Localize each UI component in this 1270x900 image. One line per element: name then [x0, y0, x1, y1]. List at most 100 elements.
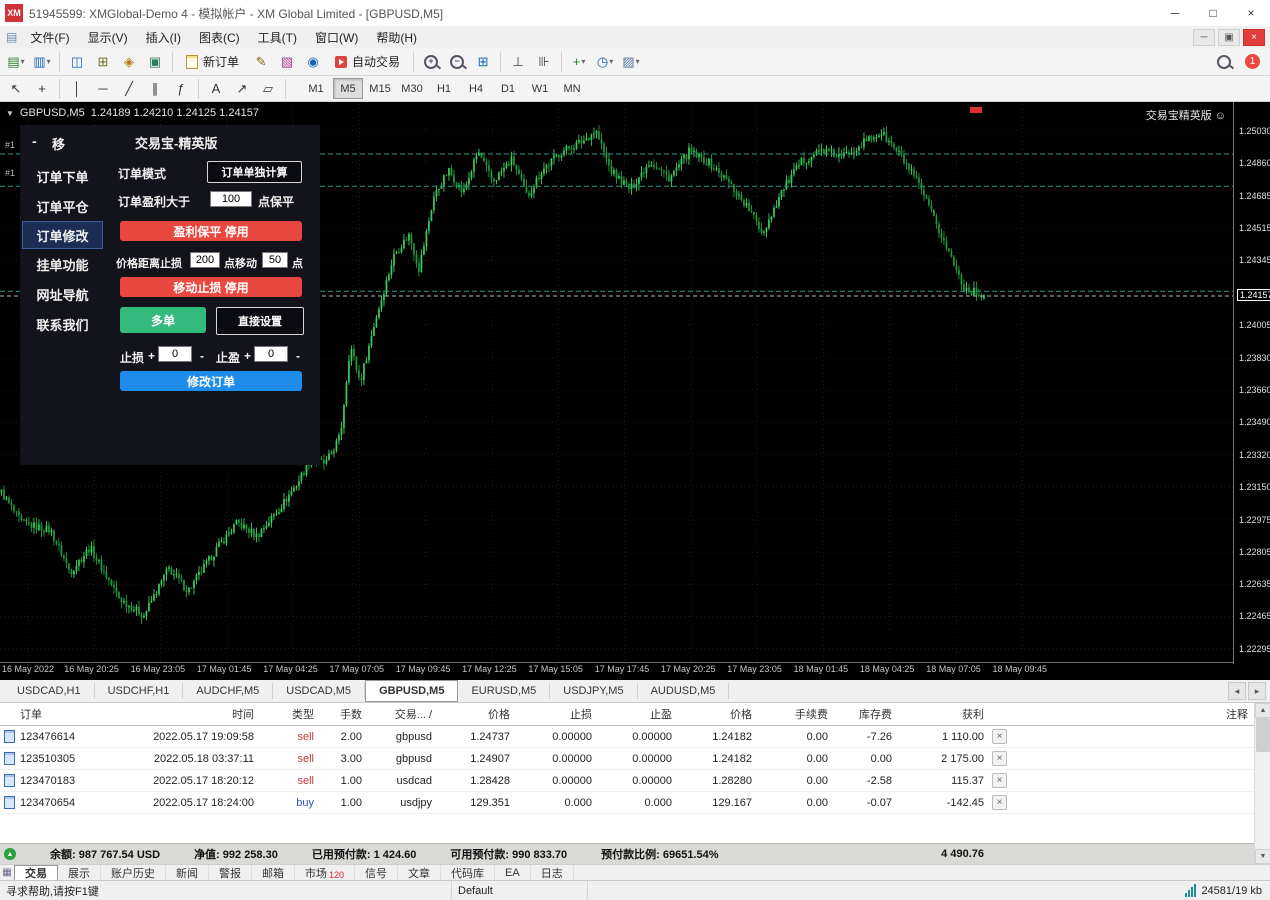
timeframe-m1[interactable]: M1	[301, 78, 331, 99]
vertical-line-icon[interactable]: │	[65, 77, 89, 101]
maximize-button[interactable]: □	[1194, 0, 1232, 26]
candlestick-icon[interactable]: ⊪	[532, 50, 556, 74]
panel-menu-item-4[interactable]: 网址导航	[20, 279, 105, 309]
column-header[interactable]: 手续费	[758, 706, 834, 722]
profiles-icon[interactable]: ▥▾	[30, 50, 54, 74]
chart-tab-usdchf-h1[interactable]: USDCHF,H1	[95, 683, 184, 699]
chart-tab-eurusd-m5[interactable]: EURUSD,M5	[458, 683, 550, 699]
terminal-tab-6[interactable]: 市场120	[295, 865, 355, 880]
take-profit-input[interactable]	[254, 346, 288, 362]
timeframe-h1[interactable]: H1	[429, 78, 459, 99]
panel-collapse-button[interactable]: -	[32, 133, 37, 149]
stop-loss-input[interactable]	[158, 346, 192, 362]
sl-plus-button[interactable]: +	[148, 349, 155, 363]
add-indicator-icon[interactable]: +▾	[567, 50, 591, 74]
close-position-button[interactable]: ×	[992, 751, 1007, 766]
data-window-icon[interactable]: ⊞	[91, 50, 115, 74]
shapes-icon[interactable]: ▱	[256, 77, 280, 101]
timeframe-w1[interactable]: W1	[525, 78, 555, 99]
symbol-dropdown-icon[interactable]: ▼	[6, 109, 14, 118]
navigator-icon[interactable]: ◈	[117, 50, 141, 74]
tp-minus-button[interactable]: -	[296, 349, 300, 363]
market-watch-icon[interactable]: ◫	[65, 50, 89, 74]
order-mode-button[interactable]: 订单单独计算	[207, 161, 302, 183]
scroll-down-icon[interactable]: ▼	[1255, 849, 1270, 864]
breakeven-toggle-button[interactable]: 盈利保平 停用	[120, 221, 302, 241]
column-header[interactable]: 价格	[678, 706, 758, 722]
terminal-tab-1[interactable]: 展示	[58, 865, 101, 880]
terminal-tab-8[interactable]: 文章	[398, 865, 441, 880]
terminal-tab-4[interactable]: 警报	[209, 865, 252, 880]
tile-windows-icon[interactable]: ⊞	[471, 50, 495, 74]
panel-menu-item-0[interactable]: 订单下单	[20, 161, 105, 191]
terminal-icon[interactable]: ▣	[143, 50, 167, 74]
terminal-tab-0[interactable]: 交易	[14, 865, 58, 881]
search-icon[interactable]	[1212, 50, 1236, 74]
terminal-tab-7[interactable]: 信号	[355, 865, 398, 880]
trail-distance-input[interactable]	[190, 252, 220, 268]
time-axis[interactable]: 16 May 202216 May 20:2516 May 23:0517 Ma…	[0, 664, 1234, 678]
menu-item[interactable]: 文件(F)	[21, 29, 78, 46]
menu-item[interactable]: 图表(C)	[190, 29, 249, 46]
direction-long-button[interactable]: 多单	[120, 307, 206, 333]
metaeditor-icon[interactable]: ✎	[249, 50, 273, 74]
strategy-tester-icon[interactable]: ▧	[275, 50, 299, 74]
crosshair-icon[interactable]: +	[30, 77, 54, 101]
minimize-button[interactable]: ─	[1156, 0, 1194, 26]
direct-set-button[interactable]: 直接设置	[216, 307, 304, 335]
trailing-stop-toggle-button[interactable]: 移动止损 停用	[120, 277, 302, 297]
zoom-out-icon[interactable]: −	[445, 50, 469, 74]
price-axis[interactable]: 1.250301.248601.246851.245151.243451.240…	[1237, 104, 1270, 664]
timeframe-m5[interactable]: M5	[333, 78, 363, 99]
new-chart-icon[interactable]: ▤▾	[4, 50, 28, 74]
menu-item[interactable]: 窗口(W)	[306, 29, 367, 46]
profile-selector[interactable]: Default	[452, 881, 588, 900]
column-header[interactable]: 时间	[110, 706, 260, 722]
timeframe-h4[interactable]: H4	[461, 78, 491, 99]
trail-step-input[interactable]	[262, 252, 288, 268]
modify-order-button[interactable]: 修改订单	[120, 371, 302, 391]
sl-minus-button[interactable]: -	[200, 349, 204, 363]
template-icon[interactable]: ▨▾	[619, 50, 643, 74]
close-position-button[interactable]: ×	[992, 795, 1007, 810]
panel-menu-item-5[interactable]: 联系我们	[20, 309, 105, 339]
timeframe-m30[interactable]: M30	[397, 78, 427, 99]
zoom-in-icon[interactable]: +	[419, 50, 443, 74]
panel-move-handle[interactable]: 移	[52, 134, 65, 153]
tabs-scroll-right-icon[interactable]: ▸	[1248, 682, 1266, 700]
menu-item[interactable]: 帮助(H)	[367, 29, 426, 46]
child-minimize-button[interactable]: ─	[1193, 29, 1215, 46]
trendline-icon[interactable]: ╱	[117, 77, 141, 101]
scroll-up-icon[interactable]: ▲	[1255, 703, 1270, 718]
chart-tab-usdcad-h1[interactable]: USDCAD,H1	[4, 683, 95, 699]
menu-item[interactable]: 显示(V)	[79, 29, 137, 46]
child-restore-button[interactable]: ▣	[1218, 29, 1240, 46]
menu-item[interactable]: 插入(I)	[137, 29, 190, 46]
chart-tab-audchf-m5[interactable]: AUDCHF,M5	[183, 683, 273, 699]
tabs-scroll-left-icon[interactable]: ◂	[1228, 682, 1246, 700]
close-position-button[interactable]: ×	[992, 729, 1007, 744]
chart-tab-audusd-m5[interactable]: AUDUSD,M5	[638, 683, 730, 699]
text-icon[interactable]: A	[204, 77, 228, 101]
child-close-button[interactable]: ×	[1243, 29, 1265, 46]
terminal-tab-2[interactable]: 账户历史	[101, 865, 166, 880]
panel-menu-item-1[interactable]: 订单平仓	[20, 191, 105, 221]
column-header[interactable]: 获利	[898, 706, 990, 722]
arrows-icon[interactable]: ↗	[230, 77, 254, 101]
column-header[interactable]: 价格	[438, 706, 516, 722]
chart-tab-usdjpy-m5[interactable]: USDJPY,M5	[550, 683, 637, 699]
channel-icon[interactable]: ∥	[143, 77, 167, 101]
orders-scrollbar[interactable]: ▲ ▼	[1254, 703, 1270, 864]
period-icon[interactable]: ◷▾	[593, 50, 617, 74]
community-icon[interactable]: ◉	[301, 50, 325, 74]
terminal-tab-3[interactable]: 新闻	[166, 865, 209, 880]
column-header-comment[interactable]: 注释	[1008, 706, 1254, 722]
order-row[interactable]: 1235103052022.05.18 03:37:11sell3.00gbpu…	[0, 748, 1254, 770]
close-button[interactable]: ×	[1232, 0, 1270, 26]
profit-points-input[interactable]	[210, 191, 252, 207]
terminal-tab-9[interactable]: 代码库	[441, 865, 495, 880]
new-order-button[interactable]: 新订单	[178, 50, 247, 74]
timeframe-d1[interactable]: D1	[493, 78, 523, 99]
column-header[interactable]: 交易... /	[368, 706, 438, 722]
tp-plus-button[interactable]: +	[244, 349, 251, 363]
